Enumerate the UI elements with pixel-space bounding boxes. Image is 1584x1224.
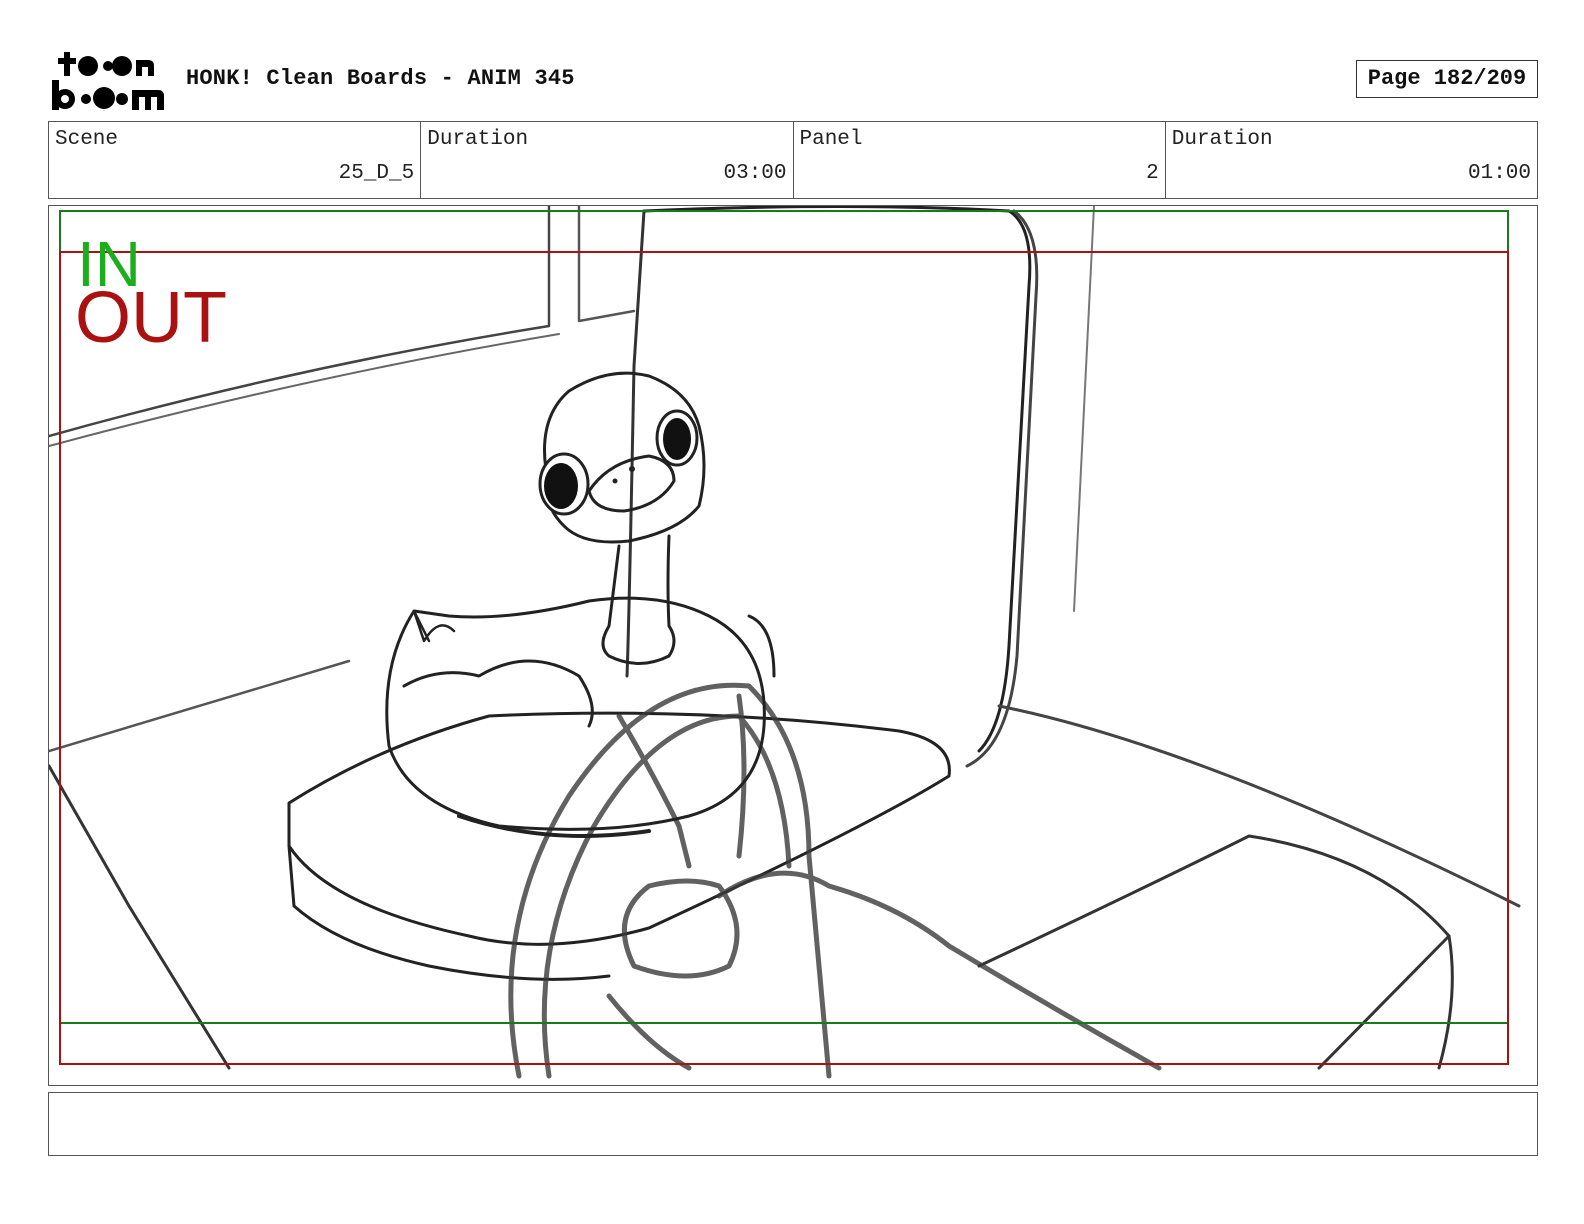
scene-duration-value: 03:00 (723, 162, 787, 185)
panel-duration-cell: Duration 01:00 (1164, 122, 1537, 198)
out-frame-label: OUT (75, 278, 227, 358)
scene-value: 25_D_5 (338, 162, 415, 185)
panel-label: Panel (799, 128, 863, 151)
in-frame (59, 210, 1509, 1024)
out-frame (59, 251, 1509, 1065)
toon-boom-logo (52, 50, 164, 112)
scene-label: Scene (55, 128, 119, 151)
panel-duration-label: Duration (1171, 128, 1273, 151)
scene-cell: Scene 25_D_5 (49, 122, 420, 198)
panel-duration-value: 01:00 (1467, 162, 1531, 185)
panel-sketch (49, 206, 1521, 1079)
storyboard-panel: IN OUT (48, 205, 1538, 1086)
page-number: Page 182/209 (1356, 60, 1538, 98)
document-title: HONK! Clean Boards - ANIM 345 (186, 66, 575, 91)
panel-notes (48, 1092, 1538, 1156)
scene-duration-cell: Duration 03:00 (420, 122, 792, 198)
panel-value: 2 (1146, 162, 1159, 185)
info-bar: Scene 25_D_5 Duration 03:00 Panel 2 Dura… (48, 121, 1538, 199)
scene-duration-label: Duration (427, 128, 529, 151)
panel-cell: Panel 2 (792, 122, 1165, 198)
